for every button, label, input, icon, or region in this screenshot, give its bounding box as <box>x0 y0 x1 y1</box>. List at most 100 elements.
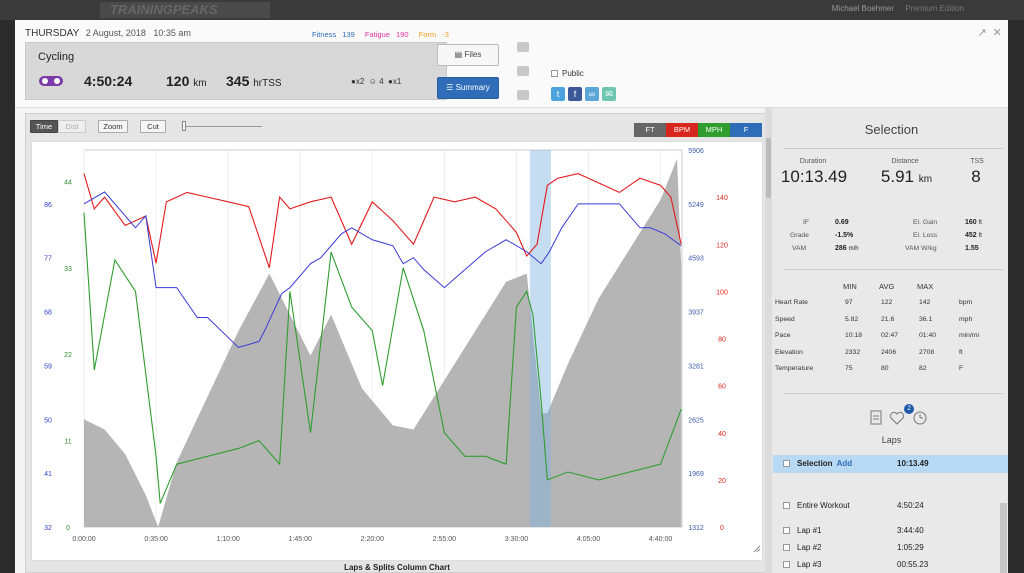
metric-unit: F <box>959 365 964 372</box>
col-min: MIN <box>843 282 857 291</box>
legend-ft[interactable]: FT <box>634 123 666 137</box>
grade-label: Grade <box>790 232 809 239</box>
emoji-icon[interactable]: ☺ 4 <box>369 77 384 86</box>
lap-time: 00:55.23 <box>897 560 929 569</box>
lap-row[interactable]: Lap #1 3:44:40 <box>773 522 1008 540</box>
lap-checkbox[interactable] <box>783 527 790 534</box>
email-icon[interactable]: ✉ <box>602 87 616 101</box>
selection-band <box>529 150 551 527</box>
zoom-slider-handle[interactable] <box>182 121 186 131</box>
heart-icon[interactable] <box>889 411 905 425</box>
add-lap-link[interactable]: Add <box>837 459 853 468</box>
window-controls: ↗ ✕ <box>972 26 1002 39</box>
share-buttons: t f ∞ ✉ <box>551 84 619 102</box>
legend-bpm[interactable]: BPM <box>666 123 698 137</box>
medal-icon[interactable]: ●x2 <box>351 77 364 86</box>
comment-bubble-icon[interactable] <box>517 66 529 76</box>
workout-badges: ●x2 ☺ 4 ●x1 <box>351 77 401 86</box>
public-checkbox[interactable] <box>551 70 558 78</box>
metric-max: 36.1 <box>919 315 933 323</box>
lap-time: 1:05:29 <box>897 543 924 552</box>
dist-toggle[interactable]: Dist <box>58 120 86 133</box>
y-tick-label-speed: 33 <box>64 266 72 273</box>
divider <box>783 393 1003 394</box>
legend-mph[interactable]: MPH <box>698 123 730 137</box>
y-tick-label-hr: 80 <box>718 337 726 344</box>
metric-avg: 02:47 <box>881 332 899 339</box>
zoom-slider-track[interactable] <box>184 126 262 127</box>
vam-wkg-value: 1.55 <box>965 245 979 252</box>
y-tick-label-elev: 1312 <box>688 525 704 532</box>
metric-max: 142 <box>919 299 931 306</box>
metric-min: 10:18 <box>845 332 863 339</box>
panel-scrollbar[interactable] <box>765 108 772 573</box>
col-avg: AVG <box>879 282 895 291</box>
zoom-button[interactable]: Zoom <box>98 120 128 133</box>
metric-avg: 2406 <box>881 348 897 356</box>
vam-label: VAM <box>792 245 807 252</box>
workout-chart[interactable]: 0:00:00 0:35:00 1:10:00 1:45:00 2:20:00 2:55:… <box>32 142 762 560</box>
lap-checkbox[interactable] <box>783 502 790 509</box>
y-tick-label-temp: 68 <box>44 310 52 317</box>
public-toggle[interactable]: Public <box>551 69 584 78</box>
lap-time: 4:50:24 <box>897 501 924 510</box>
bike-icon <box>39 76 63 86</box>
time-toggle[interactable]: Time <box>30 120 58 133</box>
y-tick-label-speed: 11 <box>64 439 71 446</box>
lap-checkbox[interactable] <box>783 544 790 551</box>
clipboard-icon[interactable] <box>870 410 882 425</box>
metric-label: Pace <box>775 332 791 339</box>
legend-f[interactable]: F <box>730 123 762 137</box>
y-tick-label-elev: 3281 <box>688 363 704 370</box>
metric-max: 01:40 <box>919 332 937 339</box>
laps-scrollbar[interactable] <box>1000 503 1007 573</box>
y-tick-label-elev: 5249 <box>688 202 704 209</box>
comment-icon[interactable]: ●x1 <box>388 77 401 86</box>
workout-date: THURSDAY 2 August, 2018 10:35 am <box>25 28 191 39</box>
bar-chart-icon[interactable] <box>517 42 529 52</box>
summary-button[interactable]: ☰ Summary <box>437 77 499 99</box>
chart-panel: Time Dist Zoom Cut FT BPM MPH F 0:00:00 0… <box>25 113 767 573</box>
metric-label: Speed <box>775 315 795 323</box>
close-icon[interactable]: ✕ <box>993 27 1002 39</box>
lap-row[interactable]: Entire Workout 4:50:24 <box>773 497 1008 515</box>
facebook-icon[interactable]: f <box>568 87 582 101</box>
grade-value: -1.5% <box>835 232 854 239</box>
divider <box>783 148 1003 149</box>
workout-day: THURSDAY <box>25 28 80 39</box>
link-icon[interactable]: ∞ <box>585 87 599 101</box>
twitter-icon[interactable]: t <box>551 87 565 101</box>
user-menu[interactable]: Michael Boehmer <box>832 4 894 13</box>
laps-count-badge: 2 <box>904 404 914 414</box>
duration-stat: 4:50:24 <box>84 73 133 89</box>
y-tick-label-hr: 120 <box>716 242 728 249</box>
duration-label: Duration <box>799 158 827 165</box>
if-value: 0.69 <box>835 219 849 226</box>
el-gain-label: El. Gain <box>913 219 938 226</box>
y-tick-label-elev: 2625 <box>688 417 704 424</box>
resize-grip-icon <box>753 545 761 553</box>
vam-wkg-label: VAM W/kg <box>905 245 937 252</box>
area-chart-icon[interactable] <box>517 90 529 100</box>
lap-checkbox[interactable] <box>783 460 790 467</box>
fitness-metric: Fitness 139 <box>312 30 355 39</box>
metric-row: Pace 10:18 02:47 01:40 min/mi <box>775 332 1000 346</box>
lap-checkbox[interactable] <box>783 561 790 568</box>
metric-label: Heart Rate <box>775 299 808 306</box>
clock-icon[interactable] <box>913 411 927 425</box>
metric-unit: min/mi <box>959 332 980 339</box>
cut-button[interactable]: Cut <box>140 120 166 133</box>
lap-row-selection[interactable]: Selection Add 10:13.49 <box>773 455 1008 473</box>
metric-label: Temperature <box>775 365 814 372</box>
lap-row[interactable]: Lap #3 00:55.23 <box>773 556 1008 573</box>
y-tick-label-hr: 100 <box>716 289 728 296</box>
files-button[interactable]: ▤ Files <box>437 44 499 66</box>
premium-link[interactable]: Premium Edition <box>905 4 964 13</box>
metric-unit: bpm <box>959 299 973 306</box>
panel-scroll-thumb[interactable] <box>766 138 771 198</box>
y-tick-label-temp: 59 <box>44 363 52 370</box>
x-tick-label: 4:40:00 <box>649 536 672 543</box>
lap-row[interactable]: Lap #2 1:05:29 <box>773 539 1008 557</box>
expand-icon[interactable]: ↗ <box>978 27 987 39</box>
app-logo[interactable]: TRAININGPEAKS <box>100 2 270 18</box>
